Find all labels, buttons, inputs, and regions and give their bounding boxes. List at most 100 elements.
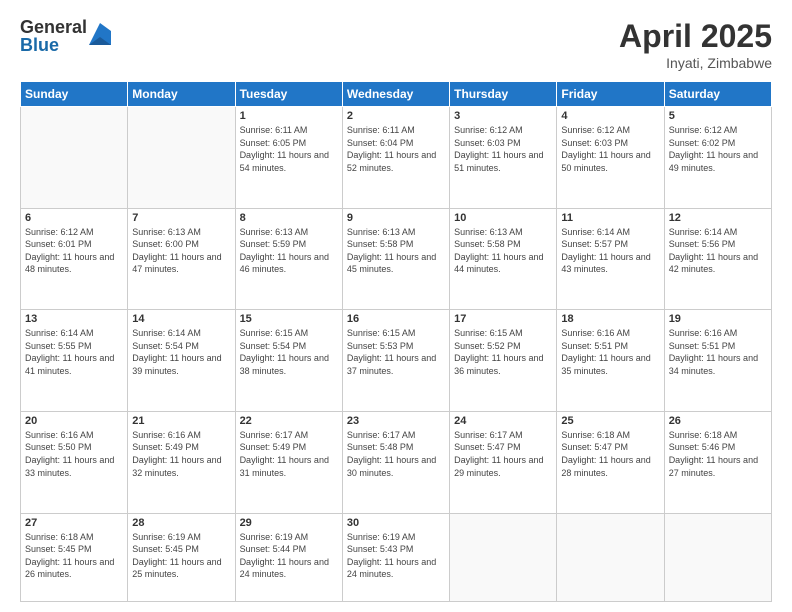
day-number: 18 [561, 313, 659, 325]
day-cell: 16 Sunrise: 6:15 AM Sunset: 5:53 PM Dayli… [342, 310, 449, 412]
day-info: Sunrise: 6:13 AM Sunset: 5:58 PM Dayligh… [454, 226, 552, 276]
col-header-wednesday: Wednesday [342, 82, 449, 107]
day-cell: 14 Sunrise: 6:14 AM Sunset: 5:54 PM Dayli… [128, 310, 235, 412]
col-header-sunday: Sunday [21, 82, 128, 107]
day-number: 29 [240, 517, 338, 529]
day-info: Sunrise: 6:11 AM Sunset: 6:05 PM Dayligh… [240, 124, 338, 174]
header: General Blue April 2025 Inyati, Zimbabwe [20, 18, 772, 71]
day-info: Sunrise: 6:15 AM Sunset: 5:54 PM Dayligh… [240, 327, 338, 377]
day-info: Sunrise: 6:13 AM Sunset: 5:58 PM Dayligh… [347, 226, 445, 276]
day-number: 6 [25, 212, 123, 224]
calendar-table: SundayMondayTuesdayWednesdayThursdayFrid… [20, 81, 772, 602]
day-info: Sunrise: 6:18 AM Sunset: 5:45 PM Dayligh… [25, 531, 123, 581]
day-info: Sunrise: 6:15 AM Sunset: 5:52 PM Dayligh… [454, 327, 552, 377]
day-number: 12 [669, 212, 767, 224]
day-cell: 7Sunrise: 6:13 AM Sunset: 6:00 PM Daylig… [128, 208, 235, 310]
logo: General Blue [20, 18, 111, 54]
day-cell: 5Sunrise: 6:12 AM Sunset: 6:02 PM Daylig… [664, 107, 771, 209]
day-info: Sunrise: 6:11 AM Sunset: 6:04 PM Dayligh… [347, 124, 445, 174]
day-number: 13 [25, 313, 123, 325]
page: General Blue April 2025 Inyati, Zimbabwe… [0, 0, 792, 612]
logo-text: General Blue [20, 18, 87, 54]
day-cell: 18 Sunrise: 6:16 AM Sunset: 5:51 PM Dayli… [557, 310, 664, 412]
day-cell: 17Sunrise: 6:15 AM Sunset: 5:52 PM Dayli… [450, 310, 557, 412]
day-info: Sunrise: 6:19 AM Sunset: 5:44 PM Dayligh… [240, 531, 338, 581]
col-header-monday: Monday [128, 82, 235, 107]
day-cell: 28Sunrise: 6:19 AM Sunset: 5:45 PM Dayli… [128, 513, 235, 602]
day-cell [664, 513, 771, 602]
day-cell: 11 Sunrise: 6:14 AM Sunset: 5:57 PM Dayli… [557, 208, 664, 310]
day-info: Sunrise: 6:12 AM Sunset: 6:03 PM Dayligh… [561, 124, 659, 174]
day-cell: 13Sunrise: 6:14 AM Sunset: 5:55 PM Dayli… [21, 310, 128, 412]
day-cell: 6 Sunrise: 6:12 AM Sunset: 6:01 PM Daylig… [21, 208, 128, 310]
day-cell: 23 Sunrise: 6:17 AM Sunset: 5:48 PM Dayli… [342, 411, 449, 513]
week-row-1: 1 Sunrise: 6:11 AM Sunset: 6:05 PM Daylig… [21, 107, 772, 209]
day-number: 30 [347, 517, 445, 529]
day-number: 26 [669, 415, 767, 427]
day-info: Sunrise: 6:17 AM Sunset: 5:48 PM Dayligh… [347, 429, 445, 479]
day-cell: 1 Sunrise: 6:11 AM Sunset: 6:05 PM Daylig… [235, 107, 342, 209]
day-cell [450, 513, 557, 602]
day-cell: 4 Sunrise: 6:12 AM Sunset: 6:03 PM Daylig… [557, 107, 664, 209]
day-cell: 21Sunrise: 6:16 AM Sunset: 5:49 PM Dayli… [128, 411, 235, 513]
day-cell [21, 107, 128, 209]
day-cell: 8Sunrise: 6:13 AM Sunset: 5:59 PM Daylig… [235, 208, 342, 310]
day-info: Sunrise: 6:17 AM Sunset: 5:49 PM Dayligh… [240, 429, 338, 479]
day-info: Sunrise: 6:16 AM Sunset: 5:51 PM Dayligh… [669, 327, 767, 377]
day-cell: 30 Sunrise: 6:19 AM Sunset: 5:43 PM Dayli… [342, 513, 449, 602]
day-cell: 10 Sunrise: 6:13 AM Sunset: 5:58 PM Dayli… [450, 208, 557, 310]
day-info: Sunrise: 6:17 AM Sunset: 5:47 PM Dayligh… [454, 429, 552, 479]
day-number: 15 [240, 313, 338, 325]
day-number: 11 [561, 212, 659, 224]
logo-general: General [20, 18, 87, 36]
day-number: 7 [132, 212, 230, 224]
day-number: 19 [669, 313, 767, 325]
day-info: Sunrise: 6:14 AM Sunset: 5:57 PM Dayligh… [561, 226, 659, 276]
day-info: Sunrise: 6:14 AM Sunset: 5:56 PM Dayligh… [669, 226, 767, 276]
day-cell: 15 Sunrise: 6:15 AM Sunset: 5:54 PM Dayli… [235, 310, 342, 412]
day-cell: 19 Sunrise: 6:16 AM Sunset: 5:51 PM Dayli… [664, 310, 771, 412]
day-number: 23 [347, 415, 445, 427]
day-info: Sunrise: 6:15 AM Sunset: 5:53 PM Dayligh… [347, 327, 445, 377]
day-info: Sunrise: 6:16 AM Sunset: 5:49 PM Dayligh… [132, 429, 230, 479]
week-row-2: 6 Sunrise: 6:12 AM Sunset: 6:01 PM Daylig… [21, 208, 772, 310]
day-info: Sunrise: 6:19 AM Sunset: 5:45 PM Dayligh… [132, 531, 230, 581]
day-cell: 29 Sunrise: 6:19 AM Sunset: 5:44 PM Dayli… [235, 513, 342, 602]
day-number: 20 [25, 415, 123, 427]
day-info: Sunrise: 6:12 AM Sunset: 6:01 PM Dayligh… [25, 226, 123, 276]
day-number: 2 [347, 110, 445, 122]
day-cell [557, 513, 664, 602]
day-info: Sunrise: 6:18 AM Sunset: 5:46 PM Dayligh… [669, 429, 767, 479]
day-number: 9 [347, 212, 445, 224]
day-info: Sunrise: 6:16 AM Sunset: 5:51 PM Dayligh… [561, 327, 659, 377]
calendar-subtitle: Inyati, Zimbabwe [619, 55, 772, 71]
day-cell: 24 Sunrise: 6:17 AM Sunset: 5:47 PM Dayli… [450, 411, 557, 513]
day-info: Sunrise: 6:18 AM Sunset: 5:47 PM Dayligh… [561, 429, 659, 479]
header-row: SundayMondayTuesdayWednesdayThursdayFrid… [21, 82, 772, 107]
day-number: 16 [347, 313, 445, 325]
day-info: Sunrise: 6:14 AM Sunset: 5:54 PM Dayligh… [132, 327, 230, 377]
day-number: 22 [240, 415, 338, 427]
day-cell: 20Sunrise: 6:16 AM Sunset: 5:50 PM Dayli… [21, 411, 128, 513]
day-info: Sunrise: 6:12 AM Sunset: 6:03 PM Dayligh… [454, 124, 552, 174]
day-number: 10 [454, 212, 552, 224]
logo-blue: Blue [20, 36, 87, 54]
day-cell: 3Sunrise: 6:12 AM Sunset: 6:03 PM Daylig… [450, 107, 557, 209]
day-number: 27 [25, 517, 123, 529]
calendar-title: April 2025 [619, 18, 772, 55]
day-cell [128, 107, 235, 209]
day-cell: 26 Sunrise: 6:18 AM Sunset: 5:46 PM Dayli… [664, 411, 771, 513]
day-number: 4 [561, 110, 659, 122]
day-number: 1 [240, 110, 338, 122]
day-number: 14 [132, 313, 230, 325]
week-row-4: 20Sunrise: 6:16 AM Sunset: 5:50 PM Dayli… [21, 411, 772, 513]
day-cell: 12 Sunrise: 6:14 AM Sunset: 5:56 PM Dayli… [664, 208, 771, 310]
week-row-3: 13Sunrise: 6:14 AM Sunset: 5:55 PM Dayli… [21, 310, 772, 412]
day-number: 24 [454, 415, 552, 427]
day-info: Sunrise: 6:13 AM Sunset: 5:59 PM Dayligh… [240, 226, 338, 276]
day-number: 5 [669, 110, 767, 122]
day-info: Sunrise: 6:19 AM Sunset: 5:43 PM Dayligh… [347, 531, 445, 581]
col-header-tuesday: Tuesday [235, 82, 342, 107]
day-cell: 9 Sunrise: 6:13 AM Sunset: 5:58 PM Daylig… [342, 208, 449, 310]
col-header-saturday: Saturday [664, 82, 771, 107]
